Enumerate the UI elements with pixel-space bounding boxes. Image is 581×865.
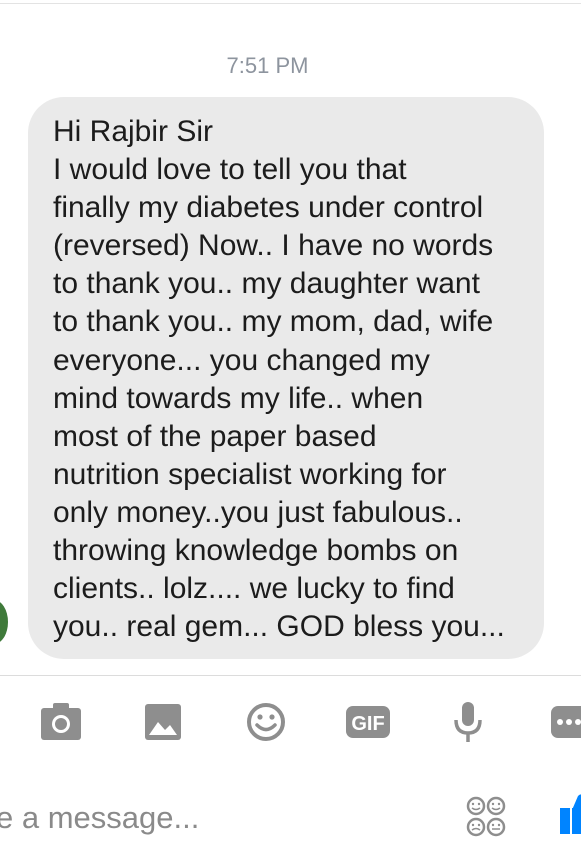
message-line: finally my diabetes under control bbox=[53, 191, 484, 225]
message-line: you.. real gem... GOD bless you... bbox=[53, 610, 505, 644]
top-divider bbox=[0, 3, 581, 4]
thumbs-up-icon bbox=[560, 794, 581, 834]
like-button[interactable] bbox=[558, 788, 581, 843]
message-line: (reversed) Now.. I have no words bbox=[53, 229, 494, 263]
message-line: mind towards my life.. when bbox=[53, 381, 424, 415]
message-composer[interactable]: e a message... bbox=[0, 764, 581, 865]
sticker-icon[interactable] bbox=[466, 796, 508, 843]
message-line: to thank you.. my daughter want bbox=[53, 267, 480, 301]
message-line: clients.. lolz.... we lucky to find bbox=[53, 572, 455, 606]
message-line: I would love to tell you that bbox=[53, 153, 407, 187]
camera-icon[interactable] bbox=[40, 700, 82, 744]
composer-divider bbox=[0, 675, 581, 676]
message-bubble[interactable]: Hi Rajbir Sir I would love to tell you t… bbox=[28, 97, 544, 659]
message-input[interactable]: e a message... bbox=[0, 800, 199, 836]
message-timestamp: 7:51 PM bbox=[226, 53, 309, 78]
microphone-icon[interactable] bbox=[452, 700, 484, 744]
message-line: nutrition specialist working for bbox=[53, 457, 447, 491]
emoji-icon[interactable] bbox=[245, 700, 287, 744]
avatar[interactable] bbox=[0, 600, 8, 644]
gif-icon[interactable]: GIF bbox=[345, 700, 391, 744]
message-line: to thank you.. my mom, dad, wife bbox=[53, 305, 494, 339]
more-icon[interactable] bbox=[550, 700, 581, 744]
message-line: Hi Rajbir Sir bbox=[53, 115, 214, 148]
message-line: most of the paper based bbox=[53, 419, 377, 453]
image-icon[interactable] bbox=[144, 700, 182, 744]
message-line: everyone... you changed my bbox=[53, 343, 430, 377]
gif-label: GIF bbox=[351, 713, 384, 735]
message-line: only money..you just fabulous.. bbox=[53, 495, 463, 529]
message-line: throwing knowledge bombs on bbox=[53, 534, 459, 568]
